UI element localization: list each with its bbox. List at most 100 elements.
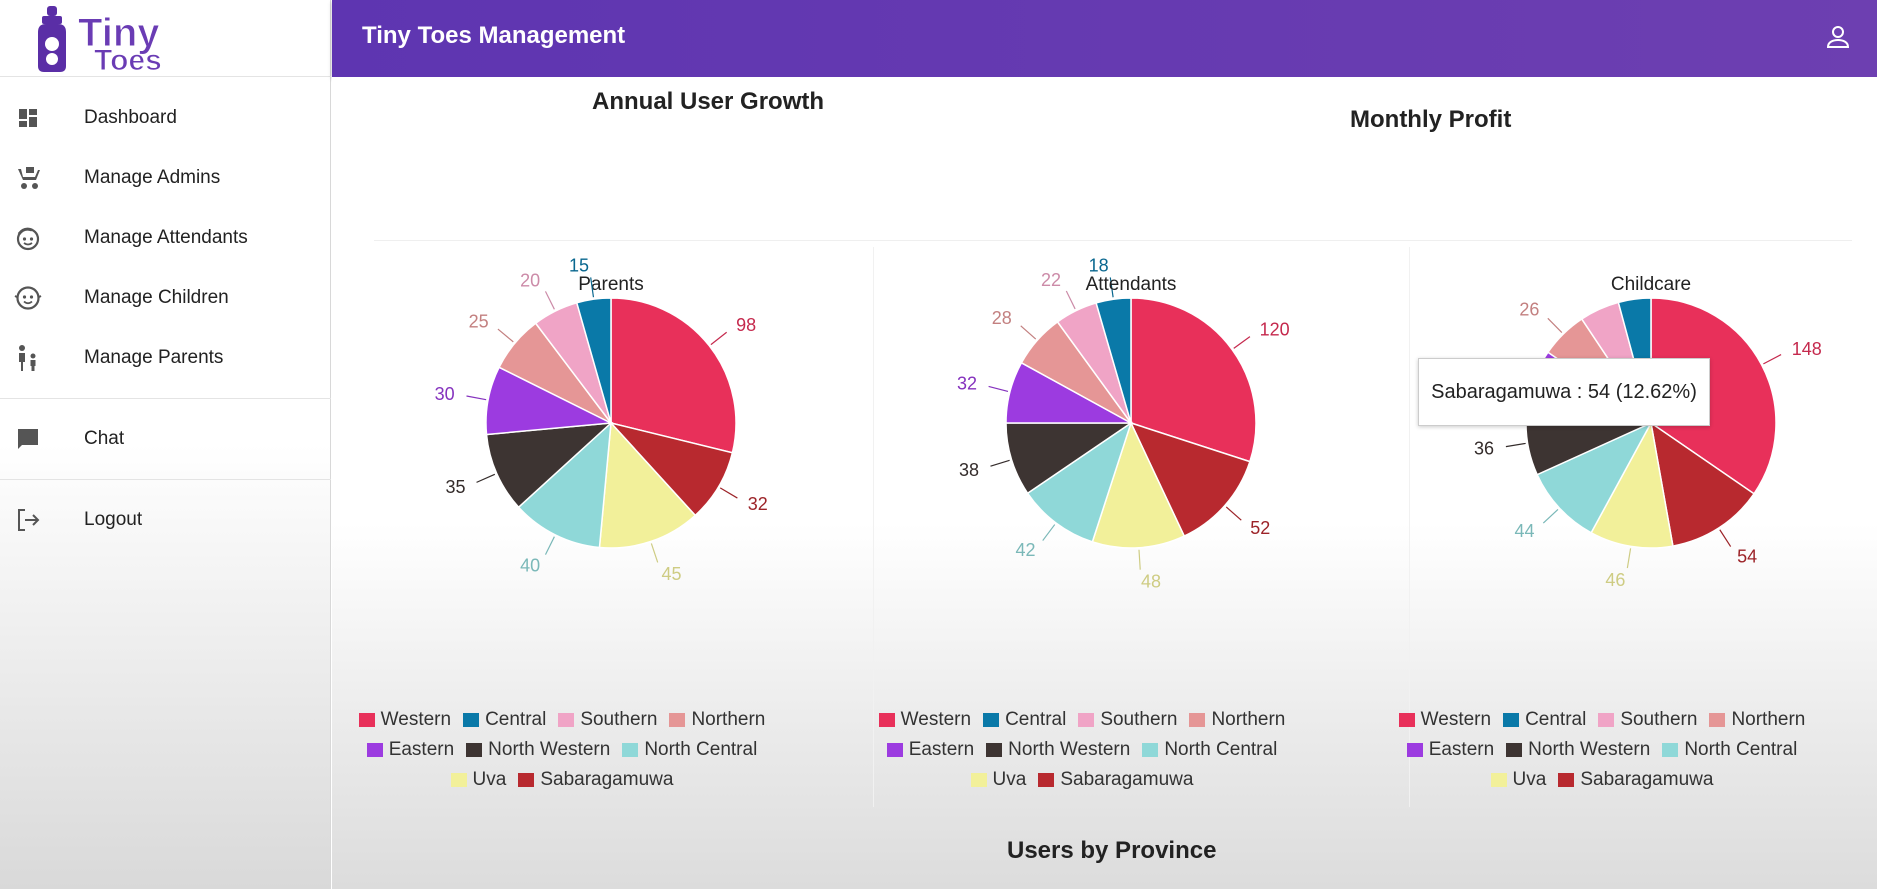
legend-swatch: [1406, 743, 1423, 757]
pie-label-leader: [650, 543, 659, 563]
legend-label: Western: [900, 709, 972, 730]
pie-label-leader: [1547, 317, 1563, 333]
legend-item-western[interactable]: Western: [1398, 705, 1491, 735]
pie-label-leader: [990, 459, 1010, 467]
sidebar-divider: [0, 398, 331, 399]
legend-swatch: [1662, 743, 1679, 757]
legend-swatch: [1506, 743, 1523, 757]
sidebar-item-logout[interactable]: Logout: [0, 495, 331, 545]
legend-row: Western Central Southern Northern: [1398, 705, 1805, 735]
legend-swatch: [450, 773, 467, 787]
legend-item-northern[interactable]: Northern: [669, 705, 765, 735]
legend-item-southern[interactable]: Southern: [1598, 705, 1697, 735]
legend-swatch: [1490, 773, 1507, 787]
legend-item-western[interactable]: Western: [878, 705, 972, 735]
legend-item-central[interactable]: Central: [1503, 705, 1586, 735]
pie-value-label: 25: [469, 311, 489, 331]
pie-label-leader: [1505, 442, 1526, 448]
legend-swatch: [878, 713, 895, 727]
sidebar-item-manage-parents[interactable]: Manage Parents: [0, 333, 331, 383]
chat-icon: [14, 425, 42, 453]
legend-label: Southern: [1100, 709, 1178, 730]
legend-label: North Central: [1684, 739, 1798, 760]
legend-item-southern[interactable]: Southern: [1078, 705, 1177, 735]
legend-item-north-central[interactable]: North Central: [1142, 735, 1277, 765]
pie-value-label: 18: [1089, 256, 1109, 276]
family-icon: [14, 344, 42, 372]
legend-row: Eastern North Western North Central: [1406, 735, 1797, 765]
sidebar-item-label: Chat: [84, 428, 125, 449]
legend-swatch: [358, 713, 375, 727]
app-bar: Tiny Toes Management: [332, 0, 1877, 77]
legend-label: Central: [1005, 709, 1067, 730]
legend-item-north-central[interactable]: North Central: [622, 735, 757, 765]
legend-item-north-western[interactable]: North Western: [466, 735, 610, 765]
pie-title-attendants: Attendants: [1085, 274, 1177, 295]
pie-value-label: 54: [1737, 547, 1757, 567]
svg-text:Toes: Toes: [94, 44, 162, 74]
legend-item-sabaragamuwa[interactable]: Sabaragamuwa: [1038, 765, 1193, 795]
legend-swatch: [983, 713, 1000, 727]
sidebar-item-chat[interactable]: Chat: [0, 414, 331, 464]
legend-swatch: [1503, 713, 1520, 727]
legend-label: Sabaragamuwa: [540, 769, 674, 790]
pie-value-label: 30: [435, 384, 455, 404]
legend-item-northern[interactable]: Northern: [1189, 705, 1285, 735]
legend-item-north-central[interactable]: North Central: [1662, 735, 1797, 765]
legend-label: North Western: [488, 739, 611, 760]
legend-label: Northern: [691, 709, 766, 730]
pie-label-leader: [1542, 509, 1559, 524]
pie-value-label: 35: [446, 477, 466, 497]
logo: Tiny Toes: [38, 6, 162, 74]
legend-label: Uva: [992, 769, 1027, 790]
legend-parents: Western Central Southern Northern Eastern Nor…: [358, 705, 765, 795]
legend-item-eastern[interactable]: Eastern: [886, 735, 974, 765]
legend-item-sabaragamuwa[interactable]: Sabaragamuwa: [518, 765, 673, 795]
legend-swatch: [1142, 743, 1159, 757]
legend-label: Southern: [1620, 709, 1698, 730]
pie-value-label: 32: [957, 373, 977, 393]
pie-label-leader: [1233, 336, 1251, 349]
legend-swatch: [1558, 773, 1575, 787]
pie-value-label: 45: [662, 564, 682, 584]
legend-item-uva[interactable]: Uva: [970, 765, 1027, 795]
legend-item-north-western[interactable]: North Western: [986, 735, 1130, 765]
account-icon[interactable]: [1825, 24, 1851, 50]
legend-item-western[interactable]: Western: [358, 705, 451, 735]
legend-item-southern[interactable]: Southern: [558, 705, 657, 735]
sidebar-item-manage-admins[interactable]: Manage Admins: [0, 153, 331, 203]
pie-label-leader: [590, 277, 595, 298]
legend-row: Uva Sabaragamuwa: [372, 765, 752, 795]
dashboard-icon: [14, 104, 42, 132]
legend-item-eastern[interactable]: Eastern: [366, 735, 455, 765]
legend-row: Western Central Southern Northern: [358, 705, 765, 735]
pie-label-leader: [1138, 549, 1141, 570]
pie-value-label: 52: [1250, 518, 1270, 538]
pie-label-leader: [1042, 524, 1056, 541]
legend-item-uva[interactable]: Uva: [1490, 765, 1546, 795]
legend-label: North Central: [644, 739, 758, 760]
legend-label: Eastern: [388, 739, 455, 760]
pie-value-label: 20: [520, 271, 540, 291]
pie-label-leader: [1020, 325, 1037, 340]
legend-item-central[interactable]: Central: [463, 705, 546, 735]
legend-item-uva[interactable]: Uva: [450, 765, 506, 795]
legend-label: North Central: [1164, 739, 1278, 760]
legend-item-northern[interactable]: Northern: [1709, 705, 1805, 735]
legend-item-north-western[interactable]: North Western: [1506, 735, 1650, 765]
pie-value-label: 46: [1605, 570, 1625, 590]
app-title: Tiny Toes Management: [362, 22, 626, 49]
pie-label-leader: [1763, 354, 1782, 365]
legend-attendants: Western Central Southern Northern Eastern Nor…: [878, 705, 1285, 795]
legend-swatch: [1709, 713, 1726, 727]
legend-item-eastern[interactable]: Eastern: [1406, 735, 1494, 765]
legend-item-central[interactable]: Central: [983, 705, 1066, 735]
sidebar-item-dashboard[interactable]: Dashboard: [0, 93, 331, 143]
pie-value-label: 26: [1519, 300, 1539, 320]
legend-label: Northern: [1731, 709, 1806, 730]
child-face-icon: [14, 284, 42, 312]
legend-item-sabaragamuwa[interactable]: Sabaragamuwa: [1558, 765, 1713, 795]
sidebar-item-manage-children[interactable]: Manage Children: [0, 273, 331, 323]
sidebar-item-manage-attendants[interactable]: Manage Attendants: [0, 213, 331, 263]
legend-row: Uva Sabaragamuwa: [892, 765, 1272, 795]
